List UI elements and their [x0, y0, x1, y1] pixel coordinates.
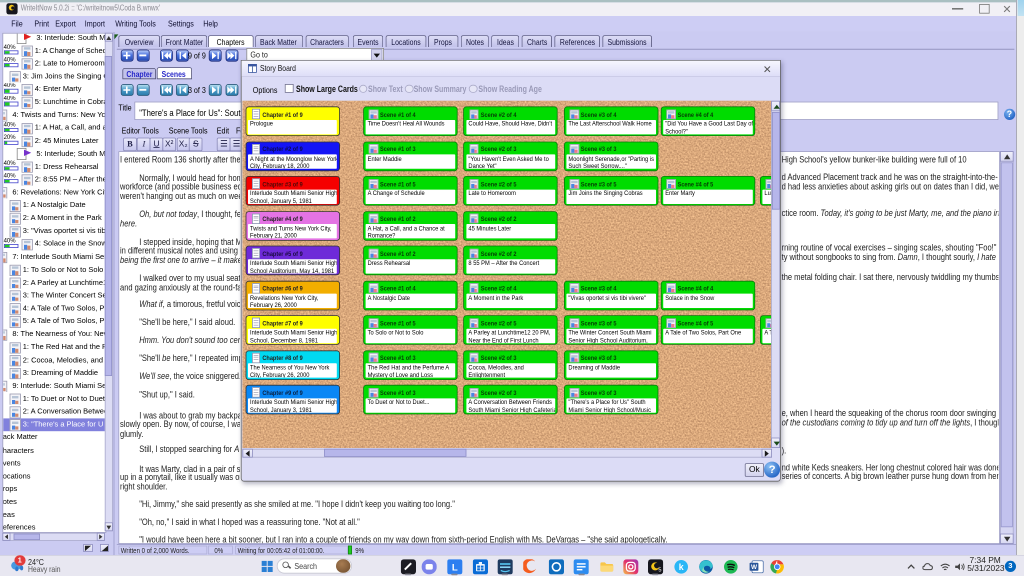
svg-text:L: L: [452, 562, 458, 573]
svg-text:5: 5: [658, 568, 661, 574]
svg-text:k: k: [679, 562, 684, 572]
svg-text:W: W: [751, 564, 758, 571]
